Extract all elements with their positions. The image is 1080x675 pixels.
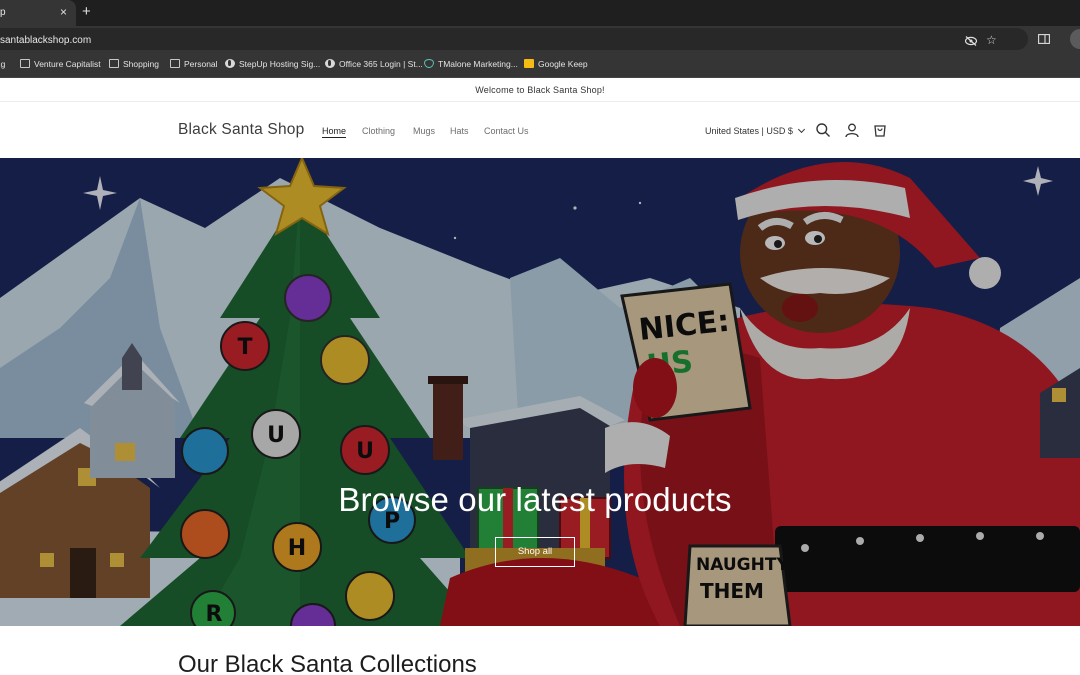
bookmark-item[interactable]: Shopping (109, 59, 159, 70)
browser-tab[interactable]: p × (0, 0, 76, 26)
folder-icon (170, 59, 180, 68)
eye-off-icon[interactable] (965, 36, 977, 46)
account-icon[interactable] (844, 122, 860, 138)
bookmarks-bar: ing Venture Capitalist Shopping Personal… (0, 52, 1080, 78)
address-bar[interactable]: santablackshop.com ☆ (0, 28, 1028, 50)
new-tab-button[interactable]: + (82, 3, 91, 21)
chevron-down-icon (797, 125, 805, 134)
folder-icon (109, 59, 119, 68)
nav-hats[interactable]: Hats (450, 126, 469, 136)
shop-all-button[interactable]: Shop all (495, 537, 575, 567)
store-logo[interactable]: Black Santa Shop (178, 121, 304, 139)
announcement-bar: Welcome to Black Santa Shop! (0, 78, 1080, 102)
nav-clothing[interactable]: Clothing (362, 126, 395, 136)
folder-icon (20, 59, 30, 68)
site-header: Black Santa Shop Home Clothing Mugs Hats… (0, 102, 1080, 158)
bookmark-item[interactable]: Office 365 Login | St... (325, 59, 423, 70)
url-text[interactable]: santablackshop.com (0, 35, 91, 46)
hero-heading: Browse our latest products (338, 481, 732, 518)
bookmark-star-icon[interactable]: ☆ (986, 33, 997, 47)
globe-icon (325, 59, 335, 68)
cart-icon[interactable] (872, 122, 888, 138)
bookmark-item[interactable]: Personal (170, 59, 218, 70)
bookmark-item[interactable]: Google Keep (524, 59, 588, 70)
globe-icon (225, 59, 235, 68)
tab-close-icon[interactable]: × (60, 5, 67, 19)
heart-icon (424, 59, 434, 68)
bookmark-item[interactable]: StepUp Hosting Sig... (225, 59, 320, 70)
nav-home[interactable]: Home (322, 126, 346, 136)
side-panel-icon[interactable] (1038, 34, 1050, 44)
bookmark-item[interactable]: Venture Capitalist (20, 59, 101, 70)
country-currency-selector[interactable]: United States | USD $ (705, 125, 805, 136)
bookmark-item[interactable]: ing (0, 59, 5, 70)
search-icon[interactable] (815, 122, 831, 138)
hero-banner: T U U P H R NICE: US NAUGHTY: THEM Brows… (0, 158, 1080, 626)
nav-contact-us[interactable]: Contact Us (484, 126, 529, 136)
browser-toolbar: santablackshop.com ☆ (0, 26, 1080, 52)
profile-avatar-icon[interactable] (1070, 29, 1080, 49)
bookmark-item[interactable]: TMalone Marketing... (424, 59, 518, 70)
google-keep-icon (524, 59, 534, 68)
tab-title: p (0, 7, 6, 18)
nav-mugs[interactable]: Mugs (413, 126, 435, 136)
browser-tab-strip: p × + (0, 0, 1080, 26)
collections-heading: Our Black Santa Collections (178, 651, 477, 675)
